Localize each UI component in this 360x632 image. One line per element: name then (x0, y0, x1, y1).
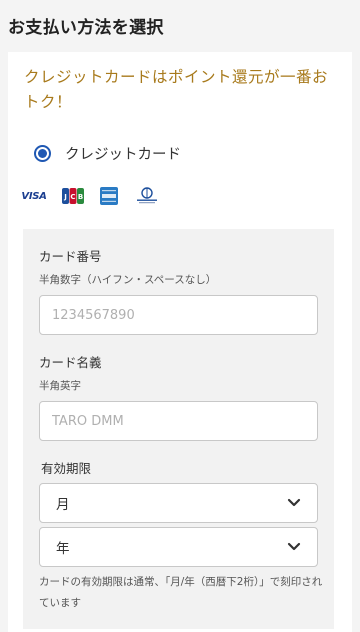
chevron-down-icon (287, 542, 301, 552)
visa-icon: VISA (21, 190, 47, 202)
amex-icon (100, 187, 118, 205)
card-brands: VISA J C B (21, 187, 176, 205)
chevron-down-icon (287, 498, 301, 508)
credit-card-label: クレジットカード (65, 146, 181, 163)
diners-icon (134, 187, 160, 205)
radio-selected-dot (38, 148, 47, 158)
card-number-hint: 半角数字（ハイフン・スペースなし） (39, 274, 217, 286)
jcb-icon: J C B (62, 188, 84, 204)
svg-text:C: C (70, 193, 75, 201)
card-name-hint: 半角英字 (39, 380, 81, 392)
expiry-month-value: 月 (56, 497, 70, 513)
card-name-label: カード名義 (39, 355, 102, 370)
page-title: お支払い方法を選択 (8, 18, 164, 38)
expiry-note: カードの有効期限は通常、「月/年（西暦下2桁）」で刻印されています (39, 576, 323, 609)
payment-card: クレジットカードはポイント還元が一番おトク！ クレジットカード VISA J C… (8, 52, 352, 632)
card-name-input[interactable] (39, 401, 318, 441)
svg-text:B: B (78, 193, 83, 201)
credit-card-option[interactable]: クレジットカード (34, 141, 181, 165)
svg-text:J: J (63, 193, 67, 201)
promo-text: クレジットカードはポイント還元が一番おトク！ (24, 68, 329, 111)
card-number-input[interactable] (39, 295, 318, 335)
credit-card-radio[interactable] (34, 144, 51, 162)
expiry-year-value: 年 (56, 541, 70, 557)
expiry-year-select[interactable]: 年 (39, 527, 318, 567)
card-number-label: カード番号 (39, 249, 102, 264)
expiry-label: 有効期限 (41, 461, 92, 476)
card-form: カード番号 半角数字（ハイフン・スペースなし） カード名義 半角英字 有効期限 … (23, 229, 334, 629)
expiry-month-select[interactable]: 月 (39, 483, 318, 523)
